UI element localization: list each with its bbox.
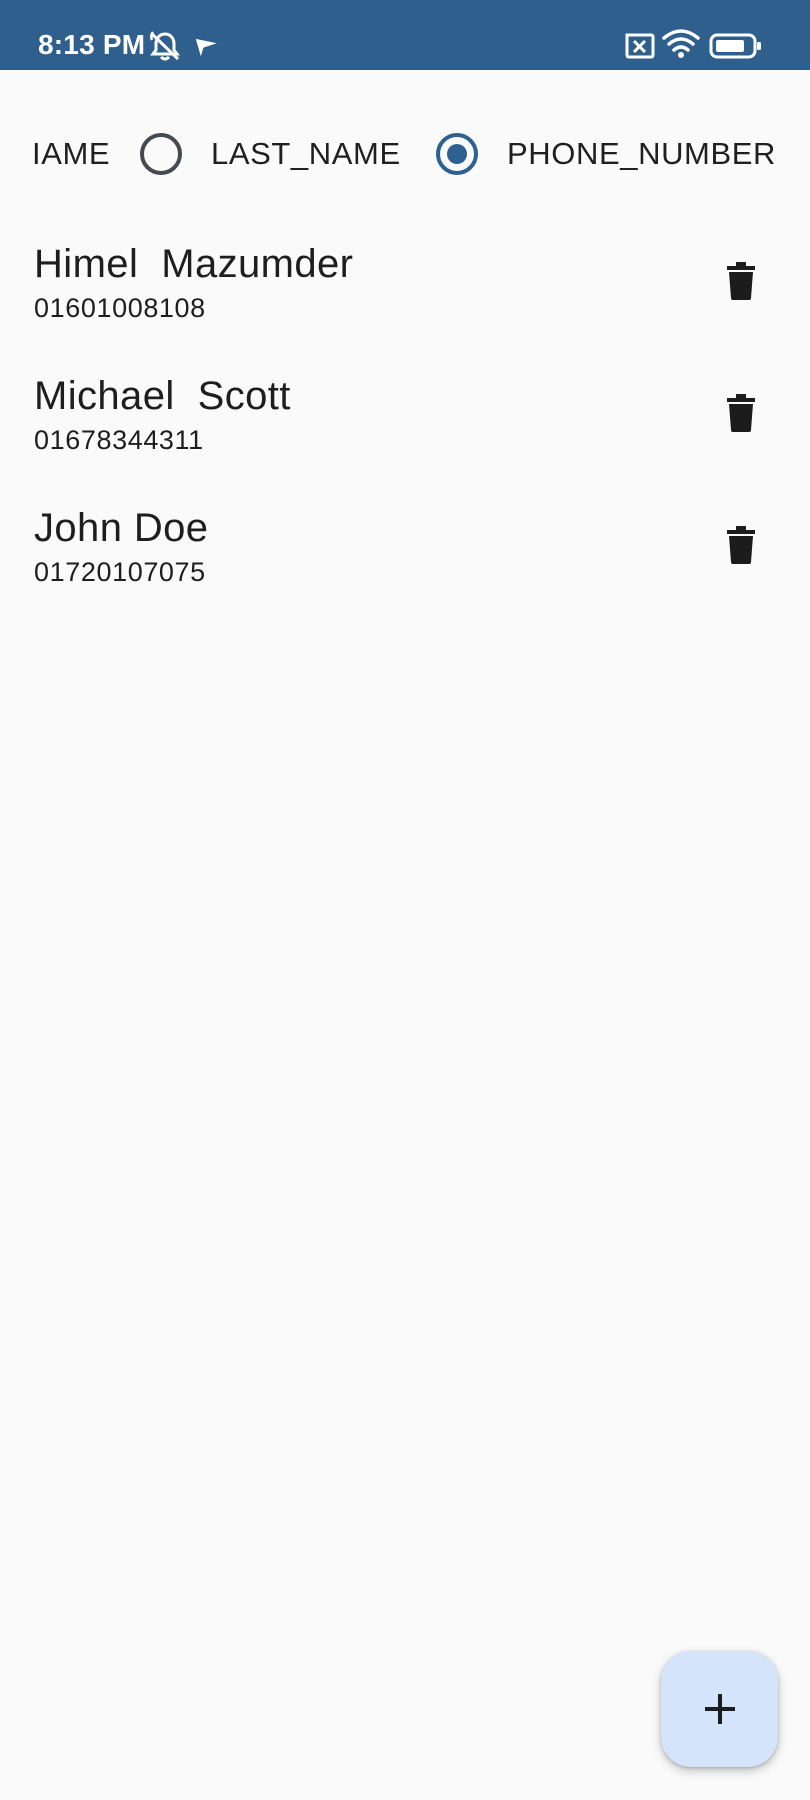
alarm-off-icon (149, 31, 180, 61)
radio-last-name[interactable] (140, 133, 182, 175)
delete-button[interactable] (708, 380, 774, 446)
trash-icon (727, 526, 755, 564)
contact-phone: 01720107075 (34, 557, 206, 587)
add-contact-button[interactable] (661, 1651, 778, 1767)
trash-icon (727, 262, 755, 300)
radio-selected-dot (447, 144, 467, 164)
contact-name: Himel Mazumder (34, 242, 354, 286)
sim-off-icon (625, 33, 655, 59)
status-bar: 8:13 PM (0, 0, 810, 70)
contact-phone: 01678344311 (34, 425, 204, 455)
sort-options-row[interactable]: IAME LAST_NAME PHONE_NUMBER (0, 118, 810, 188)
status-time: 8:13 PM (38, 29, 146, 60)
delete-button[interactable] (708, 248, 774, 314)
list-item[interactable]: Michael Scott 01678344311 (0, 360, 810, 470)
contact-phone: 01601008108 (34, 293, 206, 323)
sort-option-first-name-label[interactable]: IAME (32, 136, 110, 172)
delete-button[interactable] (708, 512, 774, 578)
navigation-arrow-icon (195, 38, 217, 57)
battery-icon (709, 33, 761, 59)
contact-name: John Doe (34, 506, 209, 550)
sort-option-last-name-label[interactable]: LAST_NAME (211, 136, 401, 172)
list-item[interactable]: Himel Mazumder 01601008108 (0, 228, 810, 338)
wifi-icon (662, 29, 700, 58)
radio-phone-number[interactable] (436, 133, 478, 175)
list-item[interactable]: John Doe 01720107075 (0, 492, 810, 602)
plus-icon (704, 1694, 735, 1724)
contact-name: Michael Scott (34, 374, 291, 418)
trash-icon (727, 394, 755, 432)
sort-option-phone-number-label[interactable]: PHONE_NUMBER (507, 136, 776, 172)
